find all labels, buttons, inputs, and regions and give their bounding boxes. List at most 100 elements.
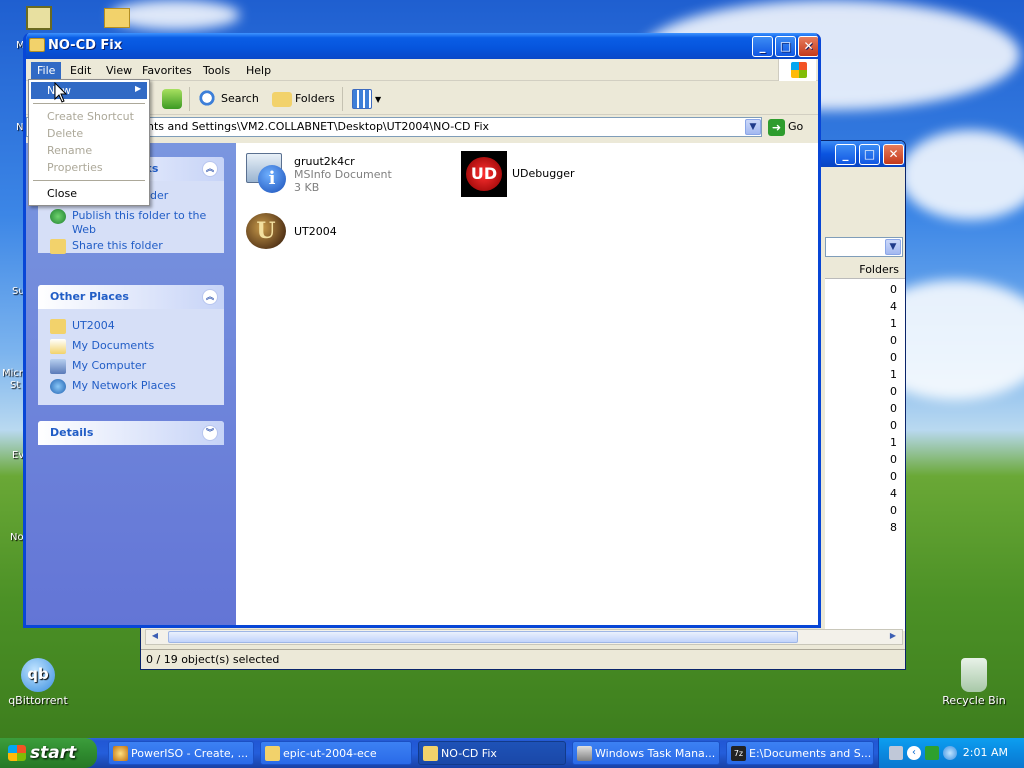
place-label: UT2004 (72, 319, 115, 332)
folder-count-cell: 0 (890, 385, 897, 398)
search-button[interactable]: Search (198, 89, 259, 109)
desktop-icon-label: qBittorrent (8, 694, 68, 707)
search-icon (198, 89, 218, 109)
go-arrow-icon: ➜ (768, 118, 785, 136)
poweriso-icon (113, 746, 128, 761)
folder-count-cell: 0 (890, 470, 897, 483)
other-places-panel: Other Places ︽ UT2004 My Documents My Co… (38, 285, 224, 405)
collapse-icon[interactable]: ︽ (202, 289, 218, 305)
folders-button[interactable]: Folders (272, 89, 335, 109)
desktop-icon-label: Recycle Bin (942, 694, 1006, 707)
folder-count-cell: 1 (890, 317, 897, 330)
taskbar-item-epic-ut-2004-ece[interactable]: epic-ut-2004-ece (260, 741, 412, 765)
task-publish-folder[interactable]: Publish this folder to the Web (38, 209, 224, 239)
minimize-button[interactable]: _ (835, 144, 856, 165)
start-label: start (30, 743, 77, 763)
folder-icon (29, 38, 45, 52)
place-ut2004[interactable]: UT2004 (38, 319, 224, 339)
place-my-documents[interactable]: My Documents (38, 339, 224, 359)
taskbar-item-7zip[interactable]: 7z E:\Documents and S... (726, 741, 874, 765)
go-button-label: Go (788, 120, 804, 133)
views-button[interactable]: ▼ (352, 89, 381, 109)
place-my-computer[interactable]: My Computer (38, 359, 224, 379)
maximize-button[interactable]: □ (859, 144, 880, 165)
share-folder-icon (50, 239, 66, 254)
windows-flag-icon (8, 745, 26, 761)
menu-view[interactable]: View (100, 62, 138, 79)
expand-icon[interactable]: ︾ (202, 425, 218, 441)
file-menu-dropdown[interactable]: New ▶ Create Shortcut Delete Rename Prop… (28, 79, 150, 206)
menu-item-delete[interactable]: Delete (31, 125, 147, 142)
desktop-folder-icon[interactable] (104, 8, 130, 28)
chevron-left-icon[interactable]: ‹ (907, 746, 921, 760)
menu-item-create-shortcut[interactable]: Create Shortcut (31, 108, 147, 125)
qbittorrent-tray-icon[interactable] (943, 746, 957, 760)
scrollbar-thumb[interactable] (168, 631, 798, 643)
go-button[interactable]: ➜ Go (768, 118, 803, 136)
folder-count-cell: 0 (890, 504, 897, 517)
system-tray: ‹ 2:01 AM (878, 738, 1024, 768)
minimize-button[interactable]: _ (752, 36, 773, 57)
folder-count-cell: 0 (890, 453, 897, 466)
chevron-down-icon[interactable]: ▼ (885, 239, 901, 255)
file-item-udebugger[interactable]: UD UDebugger (460, 151, 640, 201)
menu-help[interactable]: Help (240, 62, 277, 79)
menu-tools[interactable]: Tools (197, 62, 236, 79)
desktop-partial-label: St (10, 380, 21, 391)
scroll-right-icon[interactable]: ▶ (886, 631, 900, 643)
folder-count-cell: 1 (890, 368, 897, 381)
folder-count-cell: 0 (890, 351, 897, 364)
menu-favorites[interactable]: Favorites (136, 62, 198, 79)
menu-item-new[interactable]: New (31, 82, 147, 99)
menu-file[interactable]: File (31, 62, 62, 79)
task-share-folder[interactable]: Share this folder (38, 239, 224, 259)
folder-count-cell: 0 (890, 419, 897, 432)
my-documents-icon (50, 339, 66, 354)
horizontal-scrollbar[interactable]: ◀ ▶ (145, 629, 903, 645)
windows-logo-icon (778, 59, 816, 81)
panel-header[interactable]: Other Places ︽ (38, 285, 224, 309)
task-label: Windows Task Mana... (595, 747, 716, 760)
start-button[interactable]: start (0, 738, 97, 768)
desktop-icon-qbittorrent[interactable]: qb qBittorrent (0, 658, 78, 707)
desktop-icon-top-left[interactable] (26, 6, 52, 30)
place-label: My Network Places (72, 379, 176, 392)
file-list[interactable]: i gruut2k4cr MSInfo Document 3 KB UD UDe… (236, 143, 818, 625)
collapse-icon[interactable]: ︽ (202, 161, 218, 177)
desktop-partial-label: No (10, 532, 24, 543)
close-button[interactable]: ✕ (798, 36, 818, 57)
menu-separator (33, 103, 145, 104)
maximize-button[interactable]: □ (775, 36, 796, 57)
taskbar-item-task-manager[interactable]: Windows Task Mana... (572, 741, 720, 765)
window-title: NO-CD Fix (48, 38, 123, 53)
7zip-icon: 7z (731, 746, 746, 761)
close-button[interactable]: ✕ (883, 144, 904, 165)
network-status-icon[interactable] (925, 746, 939, 760)
recycle-bin-icon (961, 658, 987, 692)
panel-header[interactable]: Details ︾ (38, 421, 224, 445)
file-item-gruut2k4cr[interactable]: i gruut2k4cr MSInfo Document 3 KB (242, 151, 442, 201)
desktop-icon-recycle-bin[interactable]: Recycle Bin (934, 658, 1014, 707)
menu-item-properties[interactable]: Properties (31, 159, 147, 176)
up-folder-button[interactable] (162, 89, 185, 109)
menu-edit[interactable]: Edit (64, 62, 97, 79)
menu-item-rename[interactable]: Rename (31, 142, 147, 159)
keyboard-icon[interactable] (889, 746, 903, 760)
file-item-ut2004[interactable]: U UT2004 (242, 209, 442, 259)
menu-item-close[interactable]: Close (31, 185, 147, 202)
menu-separator (33, 180, 145, 181)
place-label: My Computer (72, 359, 147, 372)
folder-icon (265, 746, 280, 761)
window-titlebar[interactable]: NO-CD Fix _ □ ✕ (26, 33, 818, 59)
views-icon (352, 89, 372, 109)
place-my-network-places[interactable]: My Network Places (38, 379, 224, 399)
taskbar-item-poweriso[interactable]: PowerISO - Create, ... (108, 741, 254, 765)
background-window-address-combo[interactable]: ▼ (825, 237, 903, 257)
search-button-label: Search (221, 92, 259, 105)
address-dropdown-icon[interactable]: ▼ (745, 119, 761, 135)
column-header-folders[interactable]: Folders (825, 261, 905, 279)
scroll-left-icon[interactable]: ◀ (148, 631, 162, 643)
up-arrow-icon (162, 89, 182, 109)
globe-icon (50, 209, 66, 224)
taskbar-item-no-cd-fix[interactable]: NO-CD Fix (418, 741, 566, 765)
